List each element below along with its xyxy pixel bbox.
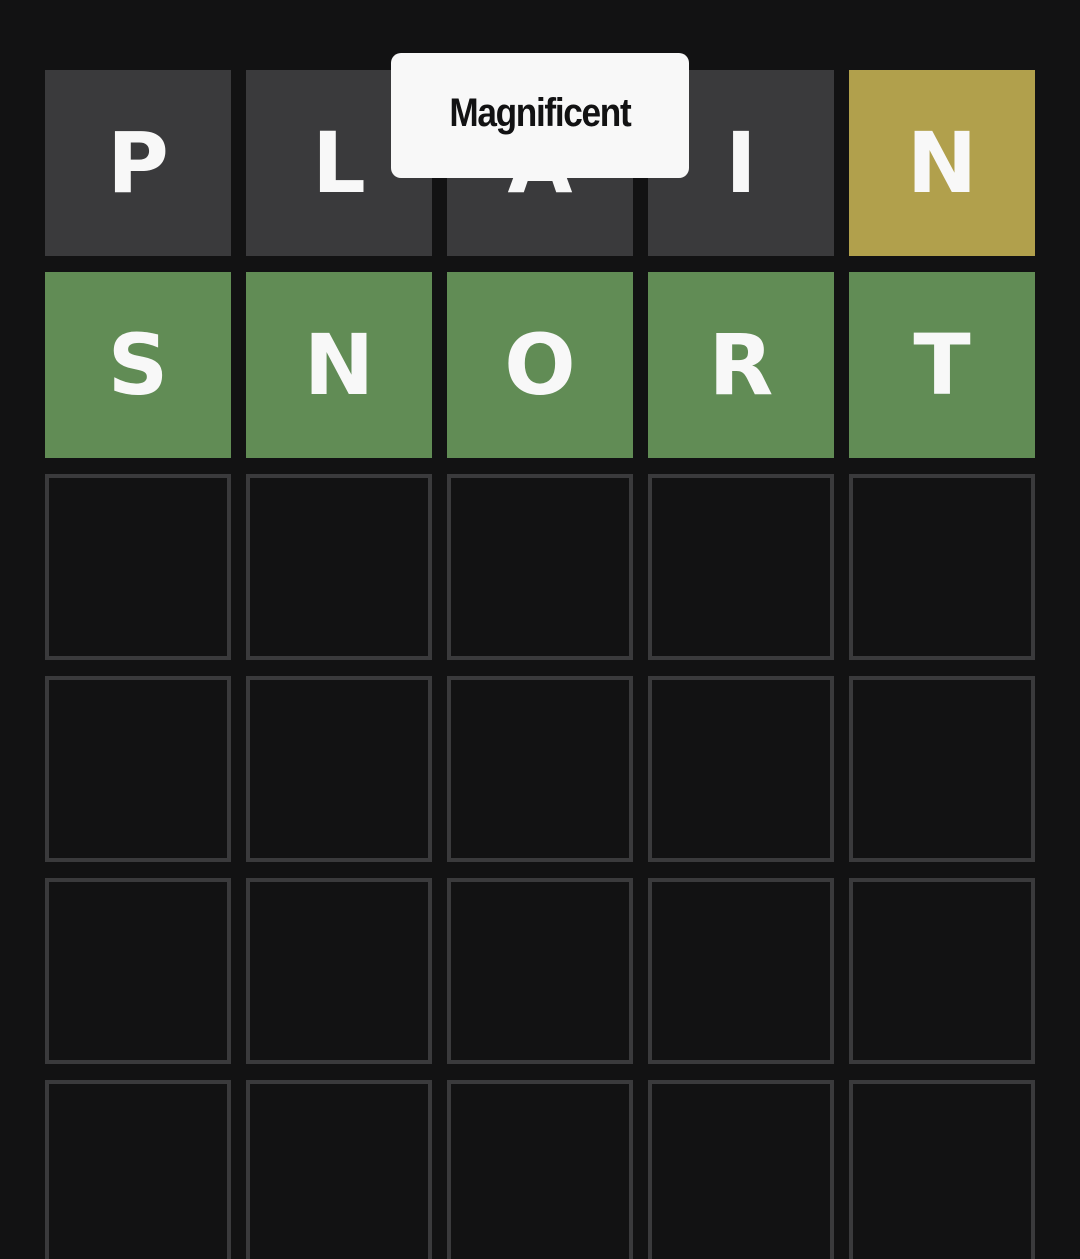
empty-tile: [849, 676, 1035, 862]
guess-row-2: S N O R T: [45, 272, 1035, 458]
toast-message: Magnificent: [391, 53, 689, 178]
empty-tile: [447, 1080, 633, 1259]
guess-row-6: [45, 1080, 1035, 1259]
empty-tile: [648, 1080, 834, 1259]
empty-tile: [447, 676, 633, 862]
empty-tile: [447, 878, 633, 1064]
empty-tile: [849, 1080, 1035, 1259]
guess-row-5: [45, 878, 1035, 1064]
letter-tile: O: [447, 272, 633, 458]
empty-tile: [648, 676, 834, 862]
empty-tile: [246, 676, 432, 862]
empty-tile: [246, 1080, 432, 1259]
empty-tile: [447, 474, 633, 660]
letter-tile: N: [849, 70, 1035, 256]
letter-tile: T: [849, 272, 1035, 458]
empty-tile: [45, 474, 231, 660]
empty-tile: [246, 474, 432, 660]
empty-tile: [246, 878, 432, 1064]
letter-tile: S: [45, 272, 231, 458]
empty-tile: [849, 878, 1035, 1064]
guess-row-4: [45, 676, 1035, 862]
empty-tile: [45, 1080, 231, 1259]
letter-tile: N: [246, 272, 432, 458]
empty-tile: [45, 878, 231, 1064]
game-board: P L A I N S N O R T: [45, 70, 1035, 1259]
empty-tile: [45, 676, 231, 862]
empty-tile: [648, 474, 834, 660]
letter-tile: R: [648, 272, 834, 458]
letter-tile: P: [45, 70, 231, 256]
toast-text: Magnificent: [449, 91, 631, 135]
empty-tile: [648, 878, 834, 1064]
empty-tile: [849, 474, 1035, 660]
guess-row-3: [45, 474, 1035, 660]
